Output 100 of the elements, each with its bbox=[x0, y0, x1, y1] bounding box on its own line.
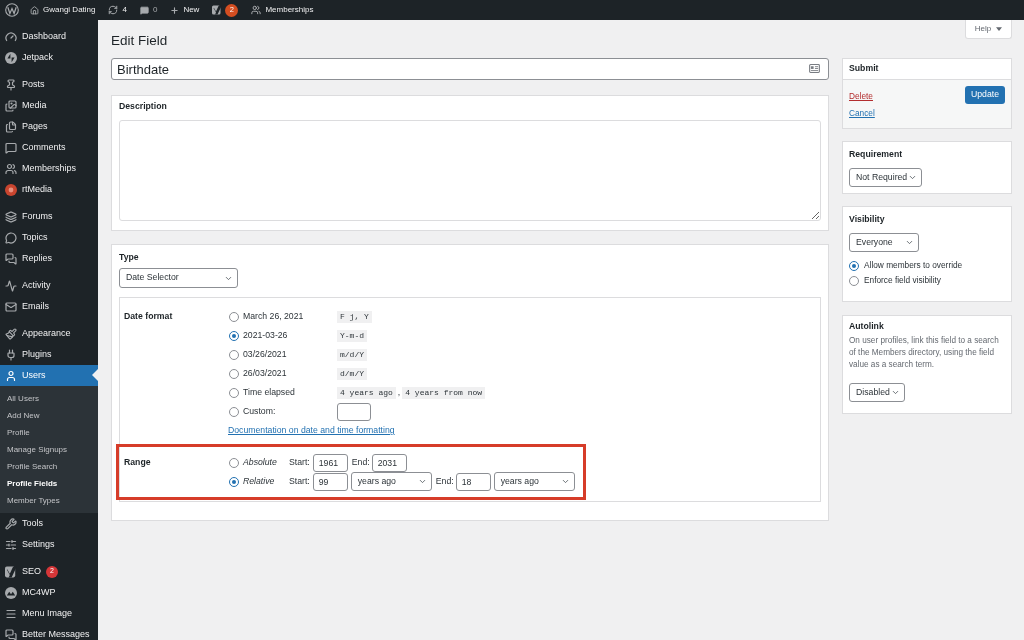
sidebar-item[interactable]: Appearance bbox=[0, 323, 98, 344]
chat-bubbles-icon bbox=[5, 252, 17, 265]
end-input[interactable]: 2031 bbox=[371, 453, 407, 472]
sidebar-item[interactable]: Menu Image bbox=[0, 603, 98, 624]
radio-button[interactable] bbox=[229, 368, 239, 379]
format-code: d/m/Y bbox=[337, 367, 367, 380]
option-label: Time elapsed bbox=[243, 385, 296, 399]
chevron-down-icon bbox=[417, 477, 427, 486]
submenu-item[interactable]: Profile bbox=[0, 424, 98, 441]
mountain-circle-icon bbox=[5, 586, 17, 599]
field-label: End: bbox=[435, 474, 454, 488]
memberships-link[interactable]: Memberships bbox=[249, 0, 316, 20]
cancel-link[interactable]: Cancel bbox=[849, 107, 875, 119]
radio-button[interactable] bbox=[229, 476, 239, 487]
sidebar-item[interactable]: rtMedia bbox=[0, 179, 98, 200]
radio-button[interactable] bbox=[229, 349, 239, 360]
panel-label: Description bbox=[119, 101, 168, 112]
format-code: m/d/Y bbox=[337, 348, 367, 361]
title-field[interactable]: Birthdate bbox=[111, 58, 829, 80]
sidebar-item[interactable]: Pages bbox=[0, 116, 98, 137]
panel-title: Autolink bbox=[849, 321, 885, 332]
sidebar-item[interactable]: MC4WP bbox=[0, 582, 98, 603]
images-icon bbox=[5, 99, 17, 112]
type-select[interactable]: Date Selector bbox=[119, 268, 238, 288]
mail-icon bbox=[5, 300, 17, 313]
sidebar-item[interactable]: Jetpack bbox=[0, 47, 98, 68]
sidebar-item[interactable]: Replies bbox=[0, 248, 98, 269]
user-icon bbox=[5, 369, 17, 382]
plug-icon bbox=[5, 348, 17, 361]
radio-button[interactable] bbox=[229, 387, 239, 398]
caret-down-icon bbox=[996, 27, 1003, 31]
people-icon bbox=[5, 162, 17, 175]
sidebar-item[interactable]: Settings bbox=[0, 534, 98, 555]
panel-title: Requirement bbox=[849, 149, 904, 160]
sidebar-item[interactable]: Tools bbox=[0, 513, 98, 534]
sidebar-item[interactable]: Comments bbox=[0, 137, 98, 158]
format-code: Y-m-d bbox=[337, 329, 367, 342]
custom-format-input[interactable] bbox=[337, 402, 371, 421]
sidebar-item[interactable]: Forums bbox=[0, 206, 98, 227]
end-input[interactable]: 18 bbox=[455, 472, 491, 491]
submenu-item[interactable]: Profile Fields bbox=[0, 475, 98, 492]
pin-icon bbox=[5, 78, 17, 91]
option-label: Custom: bbox=[243, 404, 277, 418]
visibility-select[interactable]: Everyone bbox=[849, 233, 919, 252]
layers-icon bbox=[5, 210, 17, 223]
sidebar-item[interactable]: Activity bbox=[0, 275, 98, 296]
sidebar-item[interactable]: Dashboard bbox=[0, 26, 98, 47]
radio-button[interactable] bbox=[849, 260, 859, 271]
plus-icon bbox=[170, 5, 180, 15]
delete-link[interactable]: Delete bbox=[849, 90, 875, 102]
separator-text: , bbox=[397, 385, 401, 399]
unit-select[interactable]: years ago bbox=[493, 472, 575, 491]
autolink-select[interactable]: Disabled bbox=[849, 383, 905, 402]
files-icon bbox=[5, 120, 17, 133]
sidebar-item[interactable]: Better Messages bbox=[0, 624, 98, 640]
panel-title: Submit bbox=[849, 62, 879, 76]
updates-link[interactable]: 4 bbox=[106, 0, 129, 20]
format-code: 4 years ago bbox=[337, 386, 396, 399]
sidebar-item[interactable]: Plugins bbox=[0, 344, 98, 365]
page-heading: Edit Field bbox=[111, 32, 168, 49]
bolt-circle-icon bbox=[5, 51, 17, 64]
start-input[interactable]: 1961 bbox=[312, 453, 348, 472]
requirement-select[interactable]: Not Required bbox=[849, 168, 922, 187]
slash-square-icon bbox=[5, 565, 17, 578]
radio-button[interactable] bbox=[849, 275, 859, 286]
option-label: Enforce field visibility bbox=[864, 274, 941, 287]
chevron-down-icon bbox=[908, 173, 917, 182]
sidebar-item[interactable]: Media bbox=[0, 95, 98, 116]
field-label: End: bbox=[351, 455, 370, 469]
update-button[interactable]: Update bbox=[965, 86, 1005, 104]
submenu-item[interactable]: Manage Signups bbox=[0, 441, 98, 458]
paintbrush-icon bbox=[5, 327, 17, 340]
sidebar-item[interactable]: Posts bbox=[0, 74, 98, 95]
radio-button[interactable] bbox=[229, 311, 239, 322]
option-label: Relative bbox=[243, 474, 276, 488]
sidebar-item[interactable]: Topics bbox=[0, 227, 98, 248]
documentation-link[interactable]: Documentation on date and time formatting bbox=[228, 423, 395, 437]
sidebar-item[interactable]: Memberships bbox=[0, 158, 98, 179]
submenu-item[interactable]: All Users bbox=[0, 390, 98, 407]
radio-button[interactable] bbox=[229, 330, 239, 341]
pulse-icon bbox=[5, 279, 17, 292]
new-link[interactable]: New bbox=[168, 0, 202, 20]
option-label: 26/03/2021 bbox=[243, 366, 288, 380]
home-icon bbox=[30, 5, 39, 15]
radio-button[interactable] bbox=[229, 457, 239, 468]
unit-select[interactable]: years ago bbox=[350, 472, 432, 491]
format-code: 4 years from now bbox=[402, 386, 486, 399]
site-link[interactable]: Gwangi Dating bbox=[28, 0, 98, 20]
comments-link[interactable]: 0 bbox=[137, 0, 160, 20]
submenu-item[interactable]: Profile Search bbox=[0, 458, 98, 475]
option-label: March 26, 2021 bbox=[243, 309, 305, 323]
radio-button[interactable] bbox=[229, 406, 239, 417]
submenu-item[interactable]: Add New bbox=[0, 407, 98, 424]
help-tab[interactable]: Help bbox=[965, 20, 1012, 39]
sidebar-item[interactable]: Users bbox=[0, 365, 98, 386]
start-input[interactable]: 99 bbox=[312, 472, 348, 491]
submenu-item[interactable]: Member Types bbox=[0, 492, 98, 509]
sidebar-item[interactable]: Emails bbox=[0, 296, 98, 317]
slash-square-icon bbox=[212, 5, 223, 15]
option-label: 03/26/2021 bbox=[243, 347, 288, 361]
